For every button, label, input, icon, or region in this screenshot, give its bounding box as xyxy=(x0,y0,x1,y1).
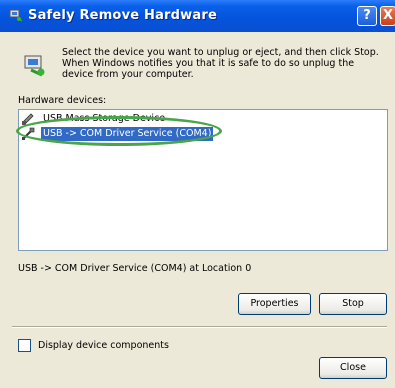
help-button[interactable]: ? xyxy=(357,6,377,26)
hardware-icon xyxy=(9,9,23,22)
display-components-label[interactable]: Display device components xyxy=(38,340,169,351)
properties-button[interactable]: Properties xyxy=(238,293,311,315)
close-button[interactable]: Close xyxy=(319,357,387,379)
safely-remove-hardware-dialog: Safely Remove Hardware ? X Select the de… xyxy=(0,0,395,388)
stop-button[interactable]: Stop xyxy=(319,293,387,315)
close-window-button[interactable]: X xyxy=(380,6,395,26)
divider xyxy=(12,326,387,328)
instructions-text: Select the device you want to unplug or … xyxy=(62,47,379,80)
hardware-devices-label: Hardware devices: xyxy=(18,95,107,106)
device-location-text: USB -> COM Driver Service (COM4) at Loca… xyxy=(18,263,252,274)
window-title: Safely Remove Hardware xyxy=(28,8,217,23)
title-bar[interactable]: Safely Remove Hardware ? X xyxy=(0,0,395,32)
selection-highlight-ring xyxy=(16,116,222,146)
eject-hardware-icon xyxy=(24,55,45,77)
display-components-checkbox[interactable] xyxy=(18,339,31,352)
